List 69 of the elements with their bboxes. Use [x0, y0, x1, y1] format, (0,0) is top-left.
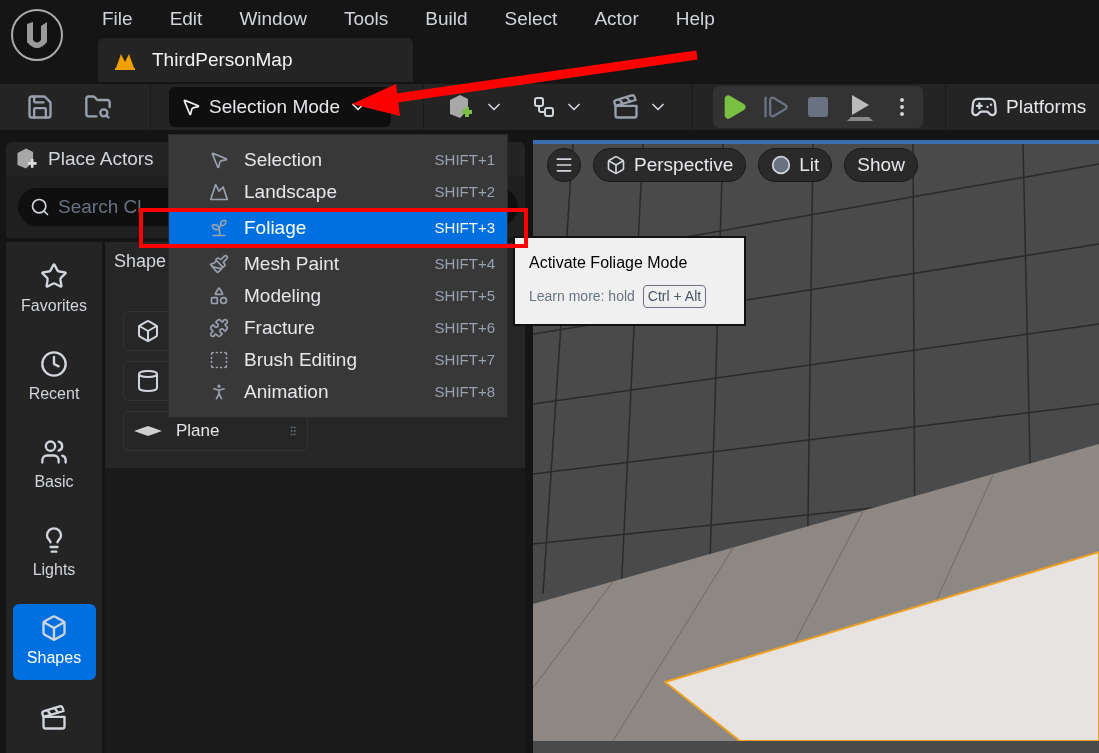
people-icon	[40, 438, 68, 466]
category-tab[interactable]: Lights	[12, 516, 96, 592]
mountain-icon	[209, 182, 229, 202]
shortcut-label: SHIFT+5	[434, 285, 495, 306]
drag-handle-icon[interactable]	[287, 425, 299, 437]
star-icon	[40, 262, 68, 290]
save-icon[interactable]	[26, 93, 54, 121]
clapperboard-icon	[40, 704, 68, 732]
mode-menu-item[interactable]: Mesh Paint SHIFT+4	[169, 248, 507, 280]
shape-label: Plane	[176, 420, 220, 443]
puzzle-icon	[209, 318, 229, 338]
section-title: Shape	[114, 251, 167, 271]
shortcut-label: SHIFT+4	[434, 253, 495, 274]
cube-icon	[606, 155, 626, 175]
launch-icon[interactable]	[845, 93, 875, 121]
menu-item[interactable]: Tools	[343, 4, 389, 34]
stop-icon[interactable]	[806, 95, 830, 119]
category-tab[interactable]: Favorites	[12, 252, 96, 328]
step-icon[interactable]	[762, 93, 790, 121]
category-tab[interactable]: Recent	[12, 340, 96, 416]
category-tab[interactable]: Shapes	[12, 604, 96, 680]
clapperboard-icon	[612, 93, 640, 121]
cylinder-icon	[136, 369, 160, 393]
shortcut-label: SHIFT+2	[434, 181, 495, 202]
menu-item[interactable]: File	[102, 4, 133, 34]
mode-menu-item[interactable]: Fracture SHIFT+6	[169, 312, 507, 344]
cursor-icon	[209, 150, 229, 170]
brush-icon	[209, 254, 229, 274]
panel-title: Place Actors	[48, 146, 154, 171]
tooltip-hint: Learn more: hold	[529, 287, 635, 306]
category-tab[interactable]: Basic	[12, 428, 96, 504]
shortcut-label: SHIFT+7	[434, 349, 495, 370]
shortcut-label: SHIFT+1	[434, 149, 495, 170]
shortcut-label: SHIFT+3	[434, 217, 495, 238]
menu-icon	[554, 155, 574, 175]
nodes-icon	[532, 95, 556, 119]
menu-item[interactable]: Edit	[169, 4, 203, 34]
plane-icon	[134, 426, 162, 436]
folder-search-icon[interactable]	[84, 93, 112, 121]
mode-menu-item[interactable]: Selection SHIFT+1	[169, 144, 507, 176]
viewport-toolbar-button[interactable]: Perspective	[593, 148, 747, 182]
menu-item[interactable]: Window	[239, 4, 307, 34]
menu-item[interactable]: Actor	[594, 4, 639, 34]
mode-menu-item[interactable]: Brush Editing SHIFT+7	[169, 344, 507, 376]
cube-icon	[40, 614, 68, 642]
shortcut-label: SHIFT+8	[434, 381, 495, 402]
platforms-button[interactable]: Platforms	[970, 92, 1087, 122]
engine-logo-icon[interactable]	[10, 8, 64, 62]
mode-menu-item[interactable]: Foliage SHIFT+3	[169, 212, 507, 244]
selection-mode-dropdown[interactable]: Selection Mode	[169, 87, 391, 127]
cube-icon	[136, 319, 160, 343]
menu-item[interactable]: Select	[504, 4, 558, 34]
mode-menu-item[interactable]: Landscape SHIFT+2	[169, 176, 507, 208]
tab-title: ThirdPersonMap	[152, 47, 293, 72]
menu-item[interactable]: Help	[675, 4, 715, 34]
sphere-icon	[771, 155, 792, 175]
cursor-icon	[181, 97, 201, 117]
clock-icon	[40, 350, 68, 378]
mode-menu-item[interactable]: Modeling SHIFT+5	[169, 280, 507, 312]
key-combination: Ctrl + Alt	[642, 285, 707, 308]
menu-item[interactable]: Build	[425, 4, 468, 34]
shapes-icon	[209, 286, 229, 306]
document-tab[interactable]: ThirdPersonMap	[98, 38, 413, 82]
viewport-toolbar-button[interactable]: Show	[844, 148, 918, 182]
viewport-toolbar-button[interactable]: Lit	[758, 148, 833, 182]
shortcut-label: SHIFT+6	[434, 317, 495, 338]
search-icon	[30, 197, 50, 217]
mode-menu-item[interactable]: Animation SHIFT+8	[169, 376, 507, 408]
tooltip-title: Activate Foliage Mode	[529, 253, 689, 273]
